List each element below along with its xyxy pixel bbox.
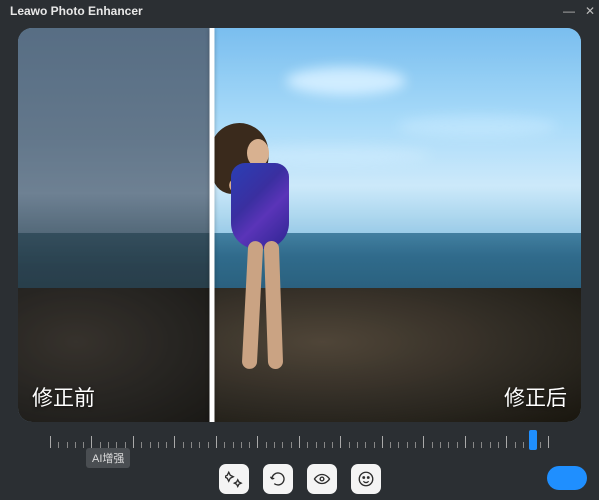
title-bar: Leawo Photo Enhancer — ✕ bbox=[0, 0, 599, 22]
compare-divider[interactable] bbox=[210, 28, 215, 422]
eye-icon bbox=[313, 470, 331, 488]
minimize-button[interactable]: — bbox=[563, 4, 575, 18]
slider-ruler bbox=[50, 434, 549, 448]
ai-enhance-button[interactable] bbox=[219, 464, 249, 494]
slider-knob[interactable] bbox=[529, 430, 537, 450]
swirl-icon bbox=[269, 470, 287, 488]
close-button[interactable]: ✕ bbox=[585, 4, 595, 18]
after-label: 修正后 bbox=[504, 382, 567, 412]
before-label: 修正前 bbox=[32, 382, 95, 412]
before-image bbox=[18, 28, 212, 422]
window-controls: — ✕ bbox=[563, 4, 595, 18]
auto-adjust-button[interactable] bbox=[263, 464, 293, 494]
export-button[interactable] bbox=[547, 466, 587, 490]
compare-view[interactable]: 修正前 修正后 bbox=[18, 28, 581, 422]
intensity-slider[interactable]: AI增强 bbox=[50, 432, 549, 454]
eye-enhance-button[interactable] bbox=[307, 464, 337, 494]
face-icon bbox=[357, 470, 375, 488]
slider-tooltip: AI增强 bbox=[86, 448, 130, 468]
toolbar bbox=[0, 464, 599, 494]
sparkle-icon bbox=[225, 470, 243, 488]
face-retouch-button[interactable] bbox=[351, 464, 381, 494]
subject-person bbox=[221, 123, 305, 368]
app-title: Leawo Photo Enhancer bbox=[10, 4, 143, 18]
